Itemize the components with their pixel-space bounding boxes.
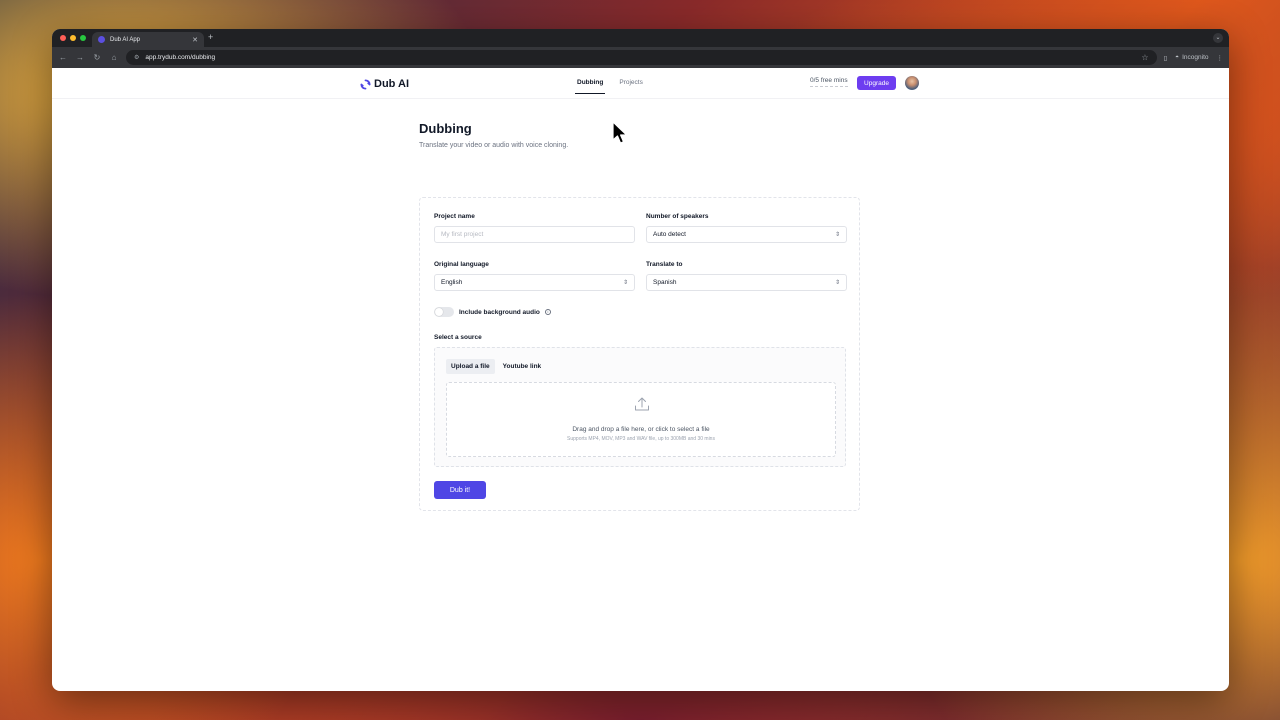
favicon-icon (98, 36, 105, 43)
chevron-down-icon[interactable]: ⌄ (1213, 33, 1223, 43)
nav-item-projects[interactable]: Projects (619, 79, 642, 94)
speakers-label: Number of speakers (646, 213, 709, 220)
file-dropzone[interactable]: Drag and drop a file here, or click to s… (446, 382, 836, 457)
tab-strip: Dub AI App ✕ + ⌄ (52, 29, 1229, 47)
free-minutes-counter[interactable]: 0/5 free mins (810, 77, 848, 87)
upgrade-button[interactable]: Upgrade (857, 76, 896, 90)
site-info-icon[interactable]: ⚙ (134, 54, 139, 61)
url-bar[interactable]: ⚙ app.trydub.com/dubbing ☆ (126, 50, 1157, 65)
bookmark-star-icon[interactable]: ☆ (1141, 53, 1148, 62)
chevron-updown-icon: ⇕ (834, 280, 840, 286)
home-icon[interactable]: ⌂ (109, 53, 119, 62)
browser-toolbar-right: ▯ ◓ Incognito ⋮ (1164, 54, 1223, 62)
browser-tab[interactable]: Dub AI App ✕ (92, 32, 204, 47)
speakers-select[interactable]: Auto detect ⇕ (646, 226, 847, 243)
new-tab-icon[interactable]: + (208, 32, 213, 42)
dub-logo-icon (360, 78, 371, 90)
maximize-window-button[interactable] (80, 35, 86, 41)
mouse-cursor-icon (612, 121, 628, 144)
translate-to-select[interactable]: Spanish ⇕ (646, 274, 847, 291)
dubbing-form: Project name Number of speakers Auto det… (419, 197, 860, 511)
avatar[interactable] (905, 76, 919, 90)
url-text[interactable]: app.trydub.com/dubbing (145, 54, 1135, 61)
tab-youtube-link[interactable]: Youtube link (498, 359, 547, 374)
speakers-value: Auto detect (653, 231, 686, 238)
kebab-menu-icon[interactable]: ⋮ (1217, 54, 1224, 62)
page-heading: Dubbing Translate your video or audio wi… (419, 121, 860, 149)
original-language-select[interactable]: English ⇕ (434, 274, 635, 291)
background-audio-row: Include background audio i (434, 307, 551, 317)
logo[interactable]: Dub AI (360, 78, 409, 90)
dub-it-button[interactable]: Dub it! (434, 481, 486, 499)
incognito-icon: ◓ (1175, 54, 1180, 61)
browser-window: Dub AI App ✕ + ⌄ ← → ↻ ⌂ ⚙ app.trydub.co… (52, 29, 1229, 691)
minimize-window-button[interactable] (70, 35, 76, 41)
close-icon[interactable]: ✕ (192, 36, 198, 44)
original-language-label: Original language (434, 261, 489, 268)
upload-icon (635, 397, 649, 411)
info-icon[interactable]: i (544, 309, 551, 315)
page-title: Dubbing (419, 121, 472, 136)
forward-icon[interactable]: → (75, 53, 85, 62)
chevron-updown-icon: ⇕ (622, 280, 628, 286)
dropzone-hint: Supports MP4, MOV, MP3 and WAV file, up … (567, 436, 715, 442)
background-audio-toggle[interactable] (434, 307, 454, 317)
original-language-value: English (441, 279, 463, 286)
app-header: Dub AI Dubbing Projects 0/5 free mins Up… (52, 68, 1229, 99)
logo-text: Dub AI (374, 78, 410, 90)
address-bar: ← → ↻ ⌂ ⚙ app.trydub.com/dubbing ☆ ▯ ◓ I… (52, 47, 1229, 68)
translate-to-label: Translate to (646, 261, 683, 268)
side-panel-icon[interactable]: ▯ (1164, 54, 1168, 62)
dropzone-title: Drag and drop a file here, or click to s… (572, 426, 710, 433)
back-icon[interactable]: ← (58, 53, 68, 62)
project-name-label: Project name (434, 213, 475, 220)
main-nav: Dubbing Projects (574, 79, 643, 94)
reload-icon[interactable]: ↻ (92, 53, 102, 62)
translate-to-value: Spanish (653, 279, 677, 286)
tab-title: Dub AI App (110, 36, 141, 43)
window-controls (60, 35, 86, 41)
source-tabs: Upload a file Youtube link (446, 359, 546, 374)
tab-upload-file[interactable]: Upload a file (446, 359, 495, 374)
incognito-indicator[interactable]: ◓ Incognito (1175, 54, 1208, 61)
background-audio-label: Include background audio (459, 308, 540, 316)
incognito-label: Incognito (1182, 54, 1209, 61)
source-label: Select a source (434, 334, 482, 341)
close-window-button[interactable] (60, 35, 66, 41)
project-name-input[interactable] (434, 226, 635, 243)
page-subtitle: Translate your video or audio with voice… (419, 142, 569, 149)
nav-item-dubbing[interactable]: Dubbing (574, 79, 606, 94)
source-panel: Upload a file Youtube link Drag and drop… (434, 347, 846, 467)
chevron-updown-icon: ⇕ (834, 232, 840, 238)
